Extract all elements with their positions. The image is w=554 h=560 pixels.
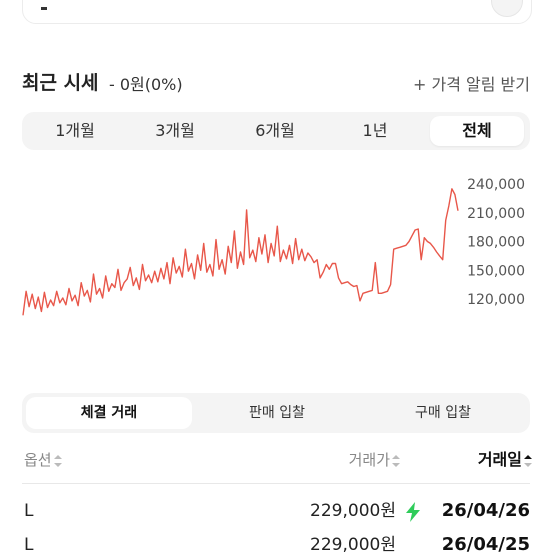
y-tick-label: 120,000 <box>467 292 525 308</box>
tab-completed-trades[interactable]: 체결 거래 <box>26 397 192 429</box>
row-size: L <box>24 501 34 521</box>
price-chart: 240,000 210,000 180,000 150,000 120,000 <box>22 177 525 316</box>
column-option[interactable]: 옵션 <box>24 447 62 473</box>
column-price-label: 거래가 <box>348 451 390 469</box>
circle-button[interactable] <box>491 0 523 17</box>
y-tick-label: 180,000 <box>467 235 525 251</box>
column-option-label: 옵션 <box>24 451 52 469</box>
price-alert-link[interactable]: + 가격 알림 받기 <box>413 71 530 95</box>
y-tick-label: 240,000 <box>467 177 525 193</box>
table-row: L 229,000원 26/04/26 <box>22 496 530 526</box>
column-price[interactable]: 거래가 <box>349 447 400 473</box>
row-price: 229,000원 <box>310 535 396 555</box>
table-divider <box>22 483 530 484</box>
table-row: L 229,000원 26/04/25 <box>22 530 530 560</box>
price-header: 최근 시세 - 0원(0%) + 가격 알림 받기 <box>22 68 530 96</box>
tab-1-year[interactable]: 1년 <box>328 116 422 146</box>
row-price: 229,000원 <box>310 501 396 521</box>
tab-buy-bids[interactable]: 구매 입찰 <box>360 397 526 429</box>
period-tabs: 1개월 3개월 6개월 1년 전체 <box>22 112 530 150</box>
tab-1-month[interactable]: 1개월 <box>28 116 122 146</box>
column-date-label: 거래일 <box>477 450 522 469</box>
trade-tabs: 체결 거래 판매 입찰 구매 입찰 <box>22 393 530 433</box>
tab-all[interactable]: 전체 <box>430 116 524 146</box>
sort-icon <box>392 454 400 467</box>
y-tick-label: 210,000 <box>467 206 525 222</box>
sort-icon <box>53 454 62 467</box>
tab-3-months[interactable]: 3개월 <box>128 116 222 146</box>
lightning-bolt-icon <box>406 502 420 522</box>
y-tick-label: 150,000 <box>467 263 525 279</box>
price-series-line <box>22 188 459 316</box>
tab-sell-bids[interactable]: 판매 입찰 <box>194 397 360 429</box>
price-change: - 0원(0%) <box>109 75 183 94</box>
section-title: 최근 시세 <box>22 72 99 94</box>
row-date: 26/04/26 <box>441 500 530 521</box>
sort-icon <box>524 454 532 467</box>
cursor-mark <box>41 7 47 10</box>
search-card[interactable] <box>22 0 532 24</box>
row-size: L <box>24 535 34 555</box>
row-date: 26/04/25 <box>441 534 530 555</box>
tab-6-months[interactable]: 6개월 <box>228 116 322 146</box>
column-date[interactable]: 거래일 <box>478 447 532 473</box>
